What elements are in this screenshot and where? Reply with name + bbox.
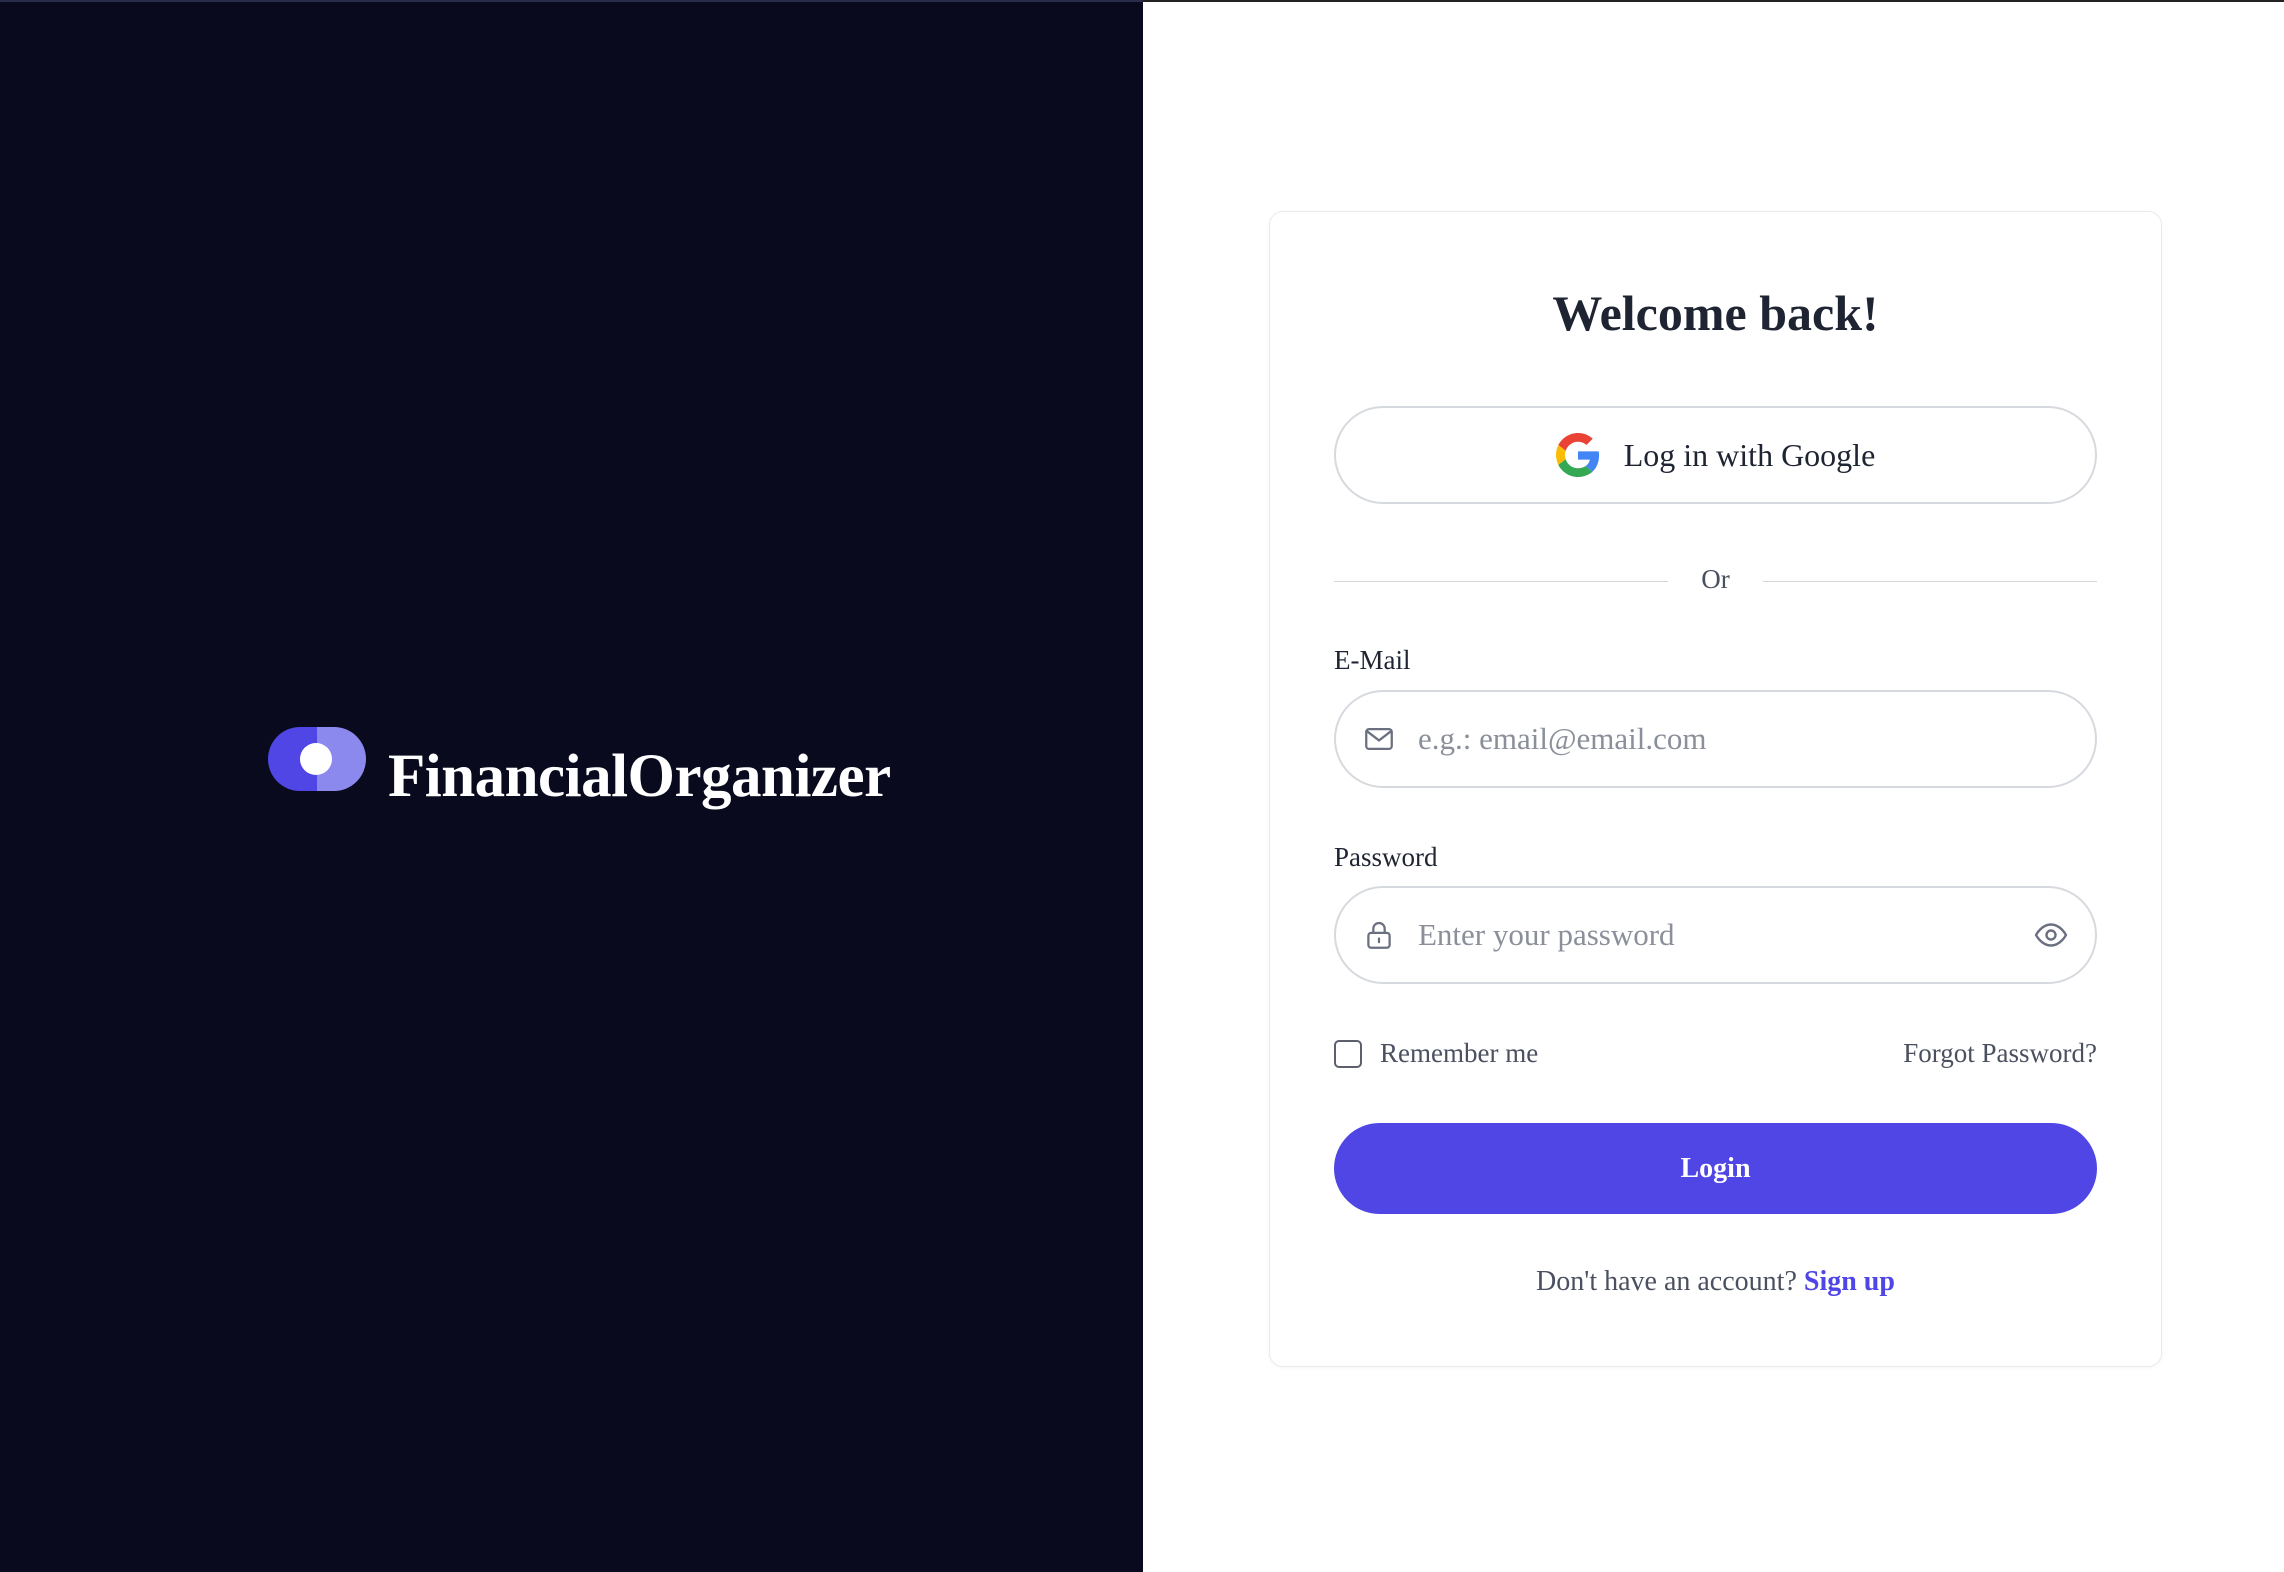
password-field-wrapper [1334,886,2097,984]
forgot-password-link[interactable]: Forgot Password? [1903,1038,2097,1069]
login-button[interactable]: Login [1334,1123,2097,1214]
lock-icon [1367,921,1391,949]
google-icon [1555,433,1599,477]
page-title: Welcome back! [1552,285,1879,341]
divider-line-right [1763,581,2097,582]
password-label: Password [1334,842,1438,872]
remember-me-checkbox[interactable] [1334,1039,1362,1068]
or-divider: Or [1334,564,2097,594]
login-page: FinancialOrganizer Welcome back! Log in … [0,0,2284,1572]
toggle-logo-icon [268,727,366,791]
signup-link[interactable]: Sign up [1804,1266,1895,1297]
brand-panel: FinancialOrganizer [0,0,1143,1572]
mail-icon [1365,727,1393,751]
remember-me-label: Remember me [1380,1038,1539,1068]
divider-text: Or [1701,564,1730,594]
email-label: E-Mail [1334,645,1411,675]
brand-name: FinancialOrganizer [388,743,891,810]
password-field[interactable] [1418,917,2023,953]
login-card: Welcome back! Log in with Google Or E-Ma… [1269,211,2162,1367]
brand: FinancialOrganizer [268,727,891,812]
signup-row: Don't have an account? Sign up [1270,1266,2161,1298]
form-panel: Welcome back! Log in with Google Or E-Ma… [1143,0,2284,1572]
google-login-label: Log in with Google [1623,436,1876,473]
google-login-button[interactable]: Log in with Google [1334,406,2097,504]
email-field[interactable] [1418,721,2095,757]
email-field-wrapper [1334,690,2097,788]
remember-me-toggle[interactable]: Remember me [1334,1038,1538,1069]
signup-prompt: Don't have an account? [1536,1266,1797,1297]
eye-icon[interactable] [2033,917,2069,953]
